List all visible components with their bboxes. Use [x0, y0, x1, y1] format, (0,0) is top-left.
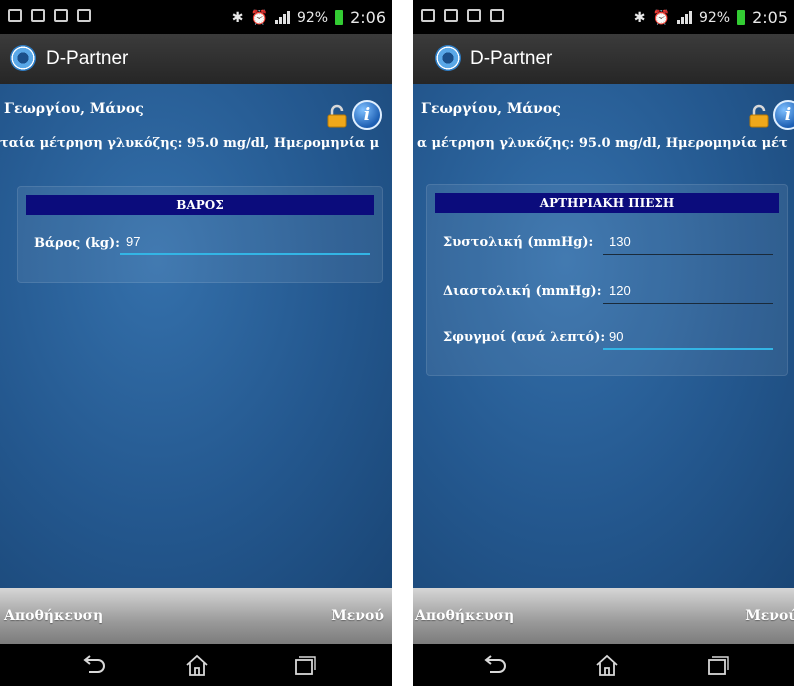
battery-percent: 92% [296, 9, 329, 26]
alarm-icon: ⏰ [652, 9, 670, 26]
bottom-bar: Αποθήκευση Μενού [0, 588, 392, 644]
signal-icon [274, 11, 290, 24]
info-icon[interactable]: i [352, 100, 382, 130]
weight-input[interactable] [120, 229, 370, 255]
last-measurement-ticker: α μέτρηση γλυκόζης: 95.0 mg/dl, Ημερομην… [417, 136, 788, 151]
info-icon[interactable]: i [773, 100, 794, 130]
image-icon [444, 9, 458, 22]
usb-icon [467, 9, 481, 22]
patient-name: Γεωργίου, Μάνος [4, 101, 144, 117]
weight-panel: ΒΑΡΟΣ Βάρος (kg): [17, 186, 383, 283]
battery-icon [335, 10, 344, 25]
notification-icon [421, 9, 435, 22]
lock-open-icon[interactable] [326, 104, 348, 128]
image-icon [31, 9, 45, 22]
signal-icon [676, 11, 692, 24]
status-bar: ✱ ⏰ 92% 2:06 [0, 0, 392, 34]
store-icon [77, 9, 91, 22]
lock-open-icon[interactable] [748, 104, 770, 128]
recent-apps-icon[interactable] [290, 652, 318, 678]
navigation-bar [413, 644, 794, 686]
pulse-input[interactable] [603, 324, 773, 350]
bottom-bar: Αποθήκευση Μενού [413, 588, 794, 644]
clock: 2:06 [350, 8, 386, 27]
app-title: D-Partner [46, 48, 129, 69]
menu-button[interactable]: Μενού [745, 608, 794, 624]
nfc-icon: ✱ [231, 9, 244, 26]
menu-button[interactable]: Μενού [331, 608, 384, 624]
status-bar: ✱ ⏰ 92% 2:05 [413, 0, 794, 34]
systolic-label: Συστολική (mmHg): [443, 235, 594, 250]
phone-screen-blood-pressure: ✱ ⏰ 92% 2:05 D-Partner Γεωργίου, Μάνος i… [413, 0, 794, 686]
main-content: Γεωργίου, Μάνος i ταία μέτρηση γλυκόζης:… [0, 84, 392, 588]
back-icon[interactable] [80, 652, 108, 678]
save-button[interactable]: Αποθήκευση [4, 608, 103, 624]
pulse-label: Σφυγμοί (ανά λεπτό): [443, 330, 606, 345]
battery-icon [737, 10, 746, 25]
home-icon[interactable] [183, 652, 211, 678]
panel-title: ΒΑΡΟΣ [26, 195, 374, 215]
weight-label: Βάρος (kg): [34, 236, 120, 251]
app-title: D-Partner [470, 48, 553, 69]
nfc-icon: ✱ [633, 9, 646, 26]
action-bar: D-Partner [0, 34, 392, 84]
back-icon[interactable] [481, 652, 509, 678]
action-bar: D-Partner [413, 34, 794, 84]
battery-percent: 92% [698, 9, 731, 26]
panel-title: ΑΡΤΗΡΙΑΚΗ ΠΙΕΣΗ [435, 193, 779, 213]
diastolic-label: Διαστολική (mmHg): [443, 284, 602, 299]
phone-screen-weight: ✱ ⏰ 92% 2:06 D-Partner Γεωργίου, Μάνος i… [0, 0, 392, 686]
diastolic-input[interactable] [603, 278, 773, 304]
store-icon [490, 9, 504, 22]
patient-name: Γεωργίου, Μάνος [421, 101, 561, 117]
last-measurement-ticker: ταία μέτρηση γλυκόζης: 95.0 mg/dl, Ημερο… [0, 136, 380, 151]
clock: 2:05 [752, 8, 788, 27]
recent-apps-icon[interactable] [703, 652, 731, 678]
app-logo-icon [10, 45, 36, 71]
alarm-icon: ⏰ [250, 9, 268, 26]
blood-pressure-panel: ΑΡΤΗΡΙΑΚΗ ΠΙΕΣΗ Συστολική (mmHg): Διαστο… [426, 184, 788, 376]
systolic-input[interactable] [603, 229, 773, 255]
usb-icon [54, 9, 68, 22]
save-button[interactable]: Αποθήκευση [415, 608, 514, 624]
main-content: Γεωργίου, Μάνος i α μέτρηση γλυκόζης: 95… [413, 84, 794, 588]
notification-icon [8, 9, 22, 22]
home-icon[interactable] [593, 652, 621, 678]
app-logo-icon [435, 45, 461, 71]
navigation-bar [0, 644, 392, 686]
